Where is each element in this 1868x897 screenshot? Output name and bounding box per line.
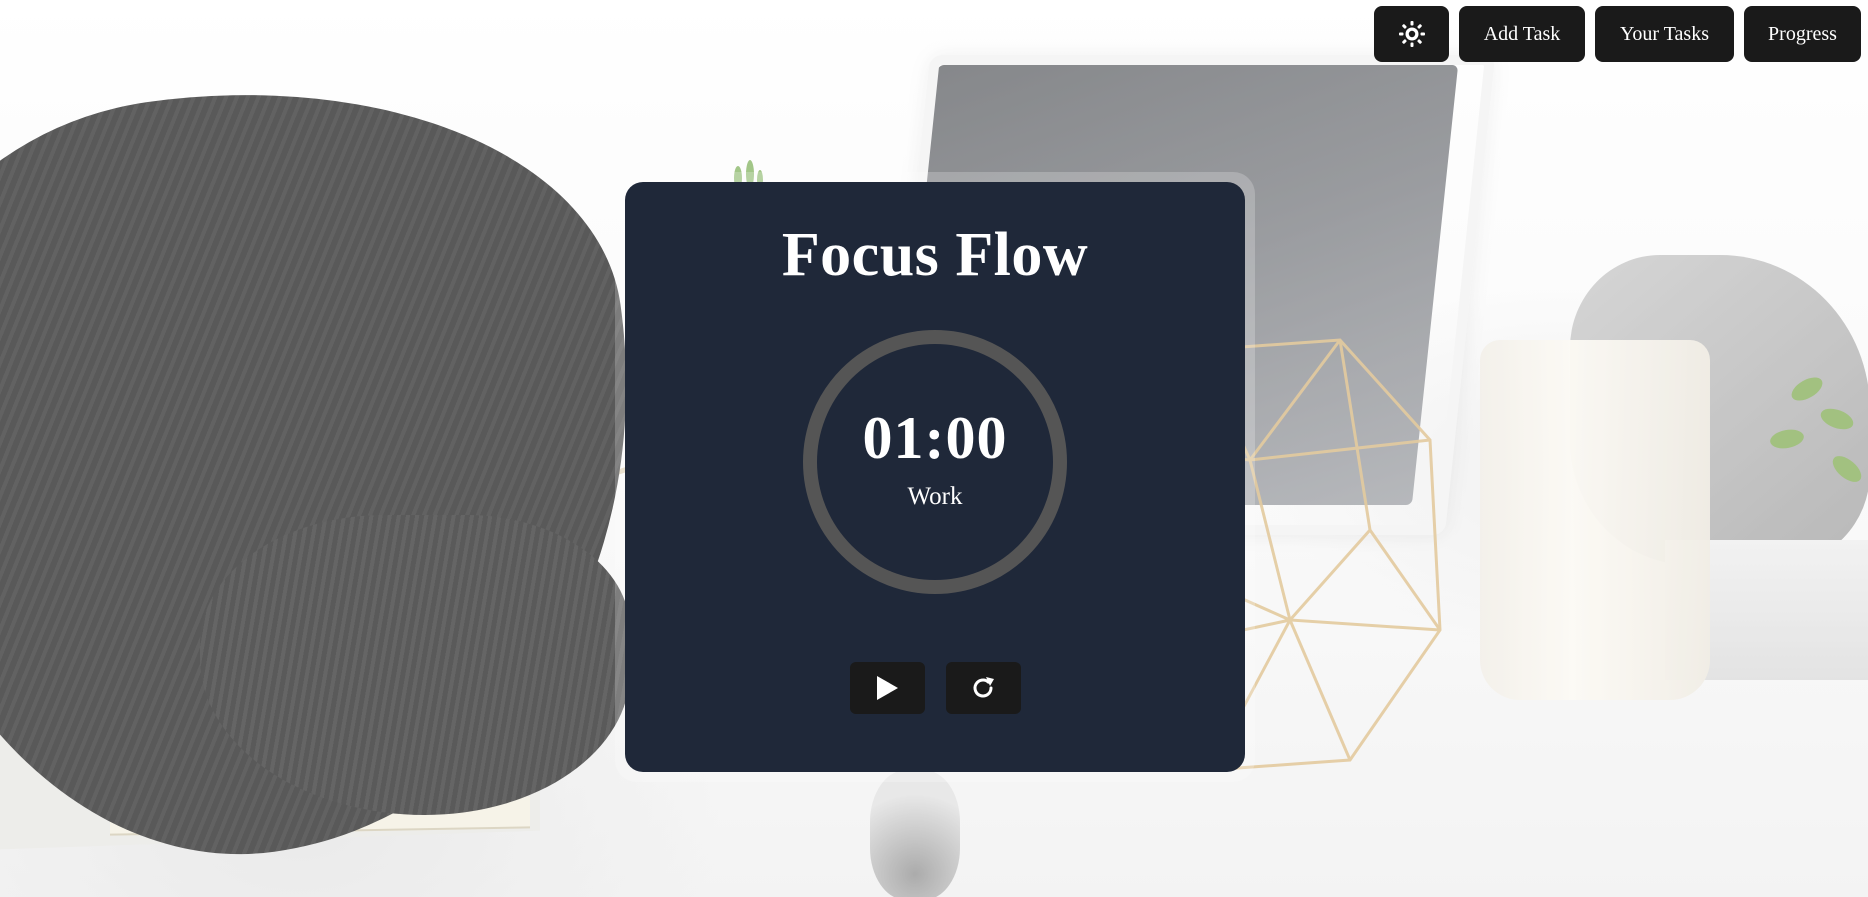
- play-icon: [877, 676, 898, 700]
- reset-icon: [973, 677, 994, 698]
- reset-button[interactable]: [945, 662, 1021, 714]
- app-title: Focus Flow: [781, 221, 1089, 289]
- timer-mode-label: Work: [907, 483, 963, 510]
- app-root: Add Task Your Tasks Progress Focus Flow …: [0, 0, 1868, 897]
- your-tasks-button[interactable]: Your Tasks: [1595, 6, 1734, 62]
- sun-icon: [1398, 21, 1425, 47]
- timer-controls: [625, 662, 1245, 714]
- add-task-button[interactable]: Add Task: [1459, 6, 1585, 62]
- start-button[interactable]: [849, 662, 925, 714]
- focus-timer-card: Focus Flow 01:00 Work: [625, 182, 1245, 772]
- progress-button[interactable]: Progress: [1744, 6, 1861, 62]
- progress-label: Progress: [1768, 22, 1837, 45]
- add-task-label: Add Task: [1483, 22, 1561, 45]
- timer-display: 01:00: [862, 405, 1008, 471]
- theme-toggle-button[interactable]: [1374, 6, 1449, 62]
- your-tasks-label: Your Tasks: [1619, 22, 1709, 45]
- top-navigation: Add Task Your Tasks Progress: [1374, 6, 1861, 62]
